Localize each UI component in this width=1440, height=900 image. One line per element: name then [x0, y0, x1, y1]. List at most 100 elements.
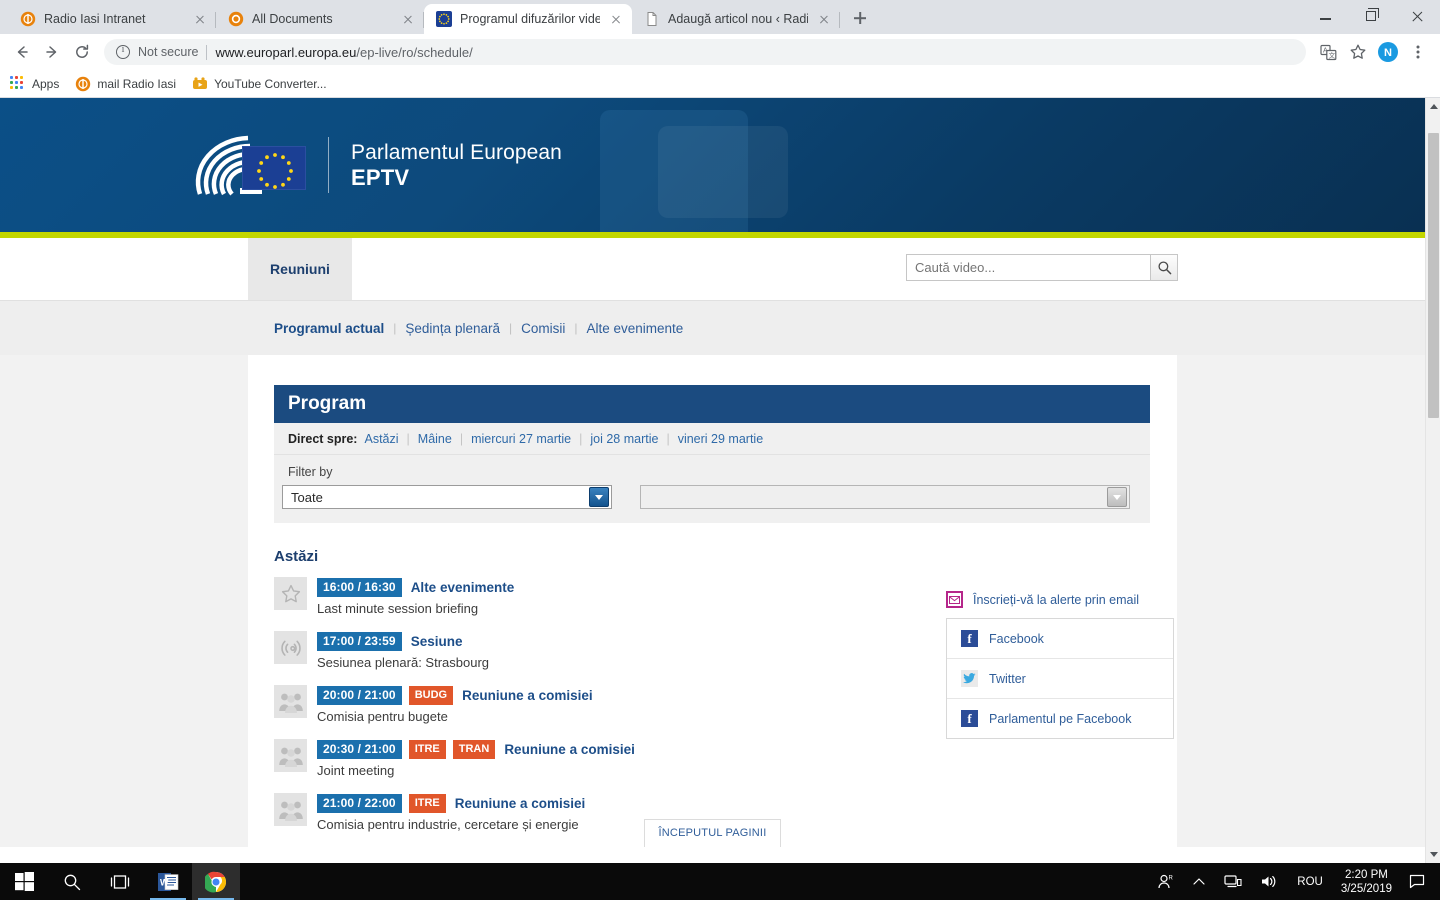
scroll-up-button[interactable] — [1426, 98, 1440, 115]
page-icon — [644, 11, 660, 27]
translate-icon[interactable]: A文 — [1314, 38, 1342, 66]
event-type[interactable]: Reuniune a comisiei — [504, 742, 635, 757]
sidebar: Înscrieți-vă la alerte prin email f Face… — [946, 577, 1174, 847]
list-item[interactable]: 16:00 / 16:30 Alte evenimente Last minut… — [274, 577, 914, 616]
chrome-browser-window: Radio Iasi Intranet All Documents Progra… — [0, 0, 1440, 863]
close-icon[interactable] — [608, 11, 624, 27]
sidebar-item-twitter[interactable]: Twitter — [947, 658, 1173, 698]
people-icon[interactable]: R — [1148, 863, 1183, 900]
volume-icon[interactable] — [1251, 863, 1287, 900]
start-button[interactable] — [0, 863, 48, 900]
scroll-down-button[interactable] — [1426, 846, 1440, 863]
browser-tab-4[interactable]: Adaugă articol nou ‹ Radio Iaşi – — [632, 4, 840, 34]
action-center-icon[interactable] — [1400, 863, 1434, 900]
committee-badge[interactable]: ITRE — [408, 794, 446, 813]
chrome-button[interactable] — [192, 863, 240, 900]
page-scrollbar[interactable] — [1425, 98, 1440, 863]
subnav-item-comisii[interactable]: Comisii — [521, 321, 565, 336]
social-links-box: f Facebook Twitter f Parlamentul pe Face… — [946, 618, 1174, 739]
divider: | — [406, 431, 410, 446]
filter-row: Filter by Toate — [274, 455, 1150, 523]
list-item[interactable]: 20:00 / 21:00 BUDG Reuniune a comisiei C… — [274, 685, 914, 724]
filter-primary-select[interactable]: Toate — [282, 485, 612, 509]
subnav-item-sedinta-plenara[interactable]: Ședința plenară — [405, 321, 500, 336]
security-label: Not secure — [138, 45, 199, 59]
list-item-header: 20:00 / 21:00 BUDG Reuniune a comisiei — [317, 686, 593, 705]
event-type[interactable]: Sesiune — [411, 634, 463, 649]
minimize-button[interactable] — [1302, 0, 1348, 32]
divider: | — [579, 431, 583, 446]
browser-tab-1[interactable]: Radio Iasi Intranet — [8, 4, 216, 34]
event-type[interactable]: Alte evenimente — [411, 580, 515, 595]
browser-tab-3-active[interactable]: Programul difuzărilor video | Mul — [424, 4, 632, 34]
language-indicator[interactable]: ROU — [1287, 876, 1333, 888]
committee-badge[interactable]: BUDG — [408, 686, 454, 705]
close-icon[interactable] — [816, 11, 832, 27]
browser-toolbar: Not secure www.europarl.europa.eu/ep-liv… — [0, 34, 1440, 70]
sharepoint-orange-icon — [228, 11, 244, 27]
direct-link-joi[interactable]: joi 28 martie — [590, 432, 658, 446]
tab-reuniuni[interactable]: Reuniuni — [248, 238, 352, 300]
back-to-top-wrap: ÎNCEPUTUL PAGINII — [0, 819, 1425, 847]
sidebar-item-parlamentul-facebook[interactable]: f Parlamentul pe Facebook — [947, 698, 1173, 738]
network-icon[interactable] — [1215, 863, 1251, 900]
bookmarks-bar: Apps mail Radio Iasi YouTube Converter..… — [0, 70, 1440, 98]
bookmark-star-icon[interactable] — [1344, 38, 1372, 66]
info-icon[interactable] — [116, 44, 130, 59]
bookmark-label: YouTube Converter... — [214, 76, 327, 91]
scrollbar-thumb[interactable] — [1428, 133, 1439, 418]
reload-icon[interactable] — [68, 38, 96, 66]
email-alert-link[interactable]: Înscrieți-vă la alerte prin email — [946, 591, 1174, 608]
list-item[interactable]: 17:00 / 23:59 Sesiune Sesiunea plenară: … — [274, 631, 914, 670]
filter-secondary-select[interactable] — [640, 485, 1130, 509]
search-button[interactable] — [48, 863, 96, 900]
bookmark-apps[interactable]: Apps — [10, 75, 59, 92]
europarl-page: Parlamentul European EPTV Reuniuni Caută… — [0, 98, 1425, 863]
task-view-button[interactable] — [96, 863, 144, 900]
day-heading: Astăzi — [274, 548, 319, 565]
close-icon[interactable] — [400, 11, 416, 27]
profile-avatar[interactable]: N — [1374, 38, 1402, 66]
show-hidden-icons-icon[interactable] — [1183, 863, 1215, 900]
sidebar-item-facebook[interactable]: f Facebook — [947, 619, 1173, 658]
radio-orange-icon — [20, 11, 36, 27]
new-tab-button[interactable] — [846, 4, 874, 32]
bookmark-mail-radio-iasi[interactable]: mail Radio Iasi — [75, 76, 176, 92]
tab-title: Programul difuzărilor video | Mul — [460, 12, 600, 26]
back-to-top-button[interactable]: ÎNCEPUTUL PAGINII — [643, 819, 782, 847]
direct-link-astazi[interactable]: Astăzi — [364, 432, 398, 446]
direct-link-maine[interactable]: Mâine — [418, 432, 452, 446]
divider: | — [574, 321, 578, 335]
list-item-header: 17:00 / 23:59 Sesiune — [317, 632, 489, 651]
search-input[interactable] — [906, 254, 1151, 281]
maximize-button[interactable] — [1348, 0, 1394, 32]
forward-icon[interactable] — [38, 38, 66, 66]
committee-badge[interactable]: ITRE — [408, 740, 446, 759]
banner-wordmark: Parlamentul European EPTV — [351, 140, 562, 190]
event-type[interactable]: Reuniune a comisiei — [462, 688, 593, 703]
clock[interactable]: 2:20 PM 3/25/2019 — [1333, 868, 1400, 896]
star-outline-icon — [274, 577, 307, 610]
subnav-item-alte-evenimente[interactable]: Alte evenimente — [587, 321, 684, 336]
list-item[interactable]: 20:30 / 21:00 ITRE TRAN Reuniune a comis… — [274, 739, 914, 778]
subnav-item-programul-actual[interactable]: Programul actual — [274, 321, 384, 336]
browser-tab-2[interactable]: All Documents — [216, 4, 424, 34]
committee-badge[interactable]: TRAN — [452, 740, 496, 759]
back-icon[interactable] — [8, 38, 36, 66]
direct-label: Direct spre: — [288, 431, 358, 446]
chevron-down-icon[interactable] — [1107, 487, 1127, 507]
bookmark-youtube-converter[interactable]: YouTube Converter... — [192, 76, 327, 92]
direct-link-miercuri[interactable]: miercuri 27 martie — [471, 432, 571, 446]
word-button[interactable]: W — [144, 863, 192, 900]
close-window-button[interactable] — [1394, 0, 1440, 32]
address-bar[interactable]: Not secure www.europarl.europa.eu/ep-liv… — [104, 39, 1306, 65]
windows-logo-icon — [14, 872, 34, 891]
search-button[interactable] — [1151, 254, 1178, 281]
direct-link-vineri[interactable]: vineri 29 martie — [678, 432, 763, 446]
chrome-menu-icon[interactable] — [1404, 38, 1432, 66]
list-item-header: 21:00 / 22:00 ITRE Reuniune a comisiei — [317, 794, 585, 813]
event-type[interactable]: Reuniune a comisiei — [455, 796, 586, 811]
close-icon[interactable] — [192, 11, 208, 27]
event-description: Comisia pentru bugete — [317, 709, 448, 724]
chevron-down-icon[interactable] — [589, 487, 609, 507]
